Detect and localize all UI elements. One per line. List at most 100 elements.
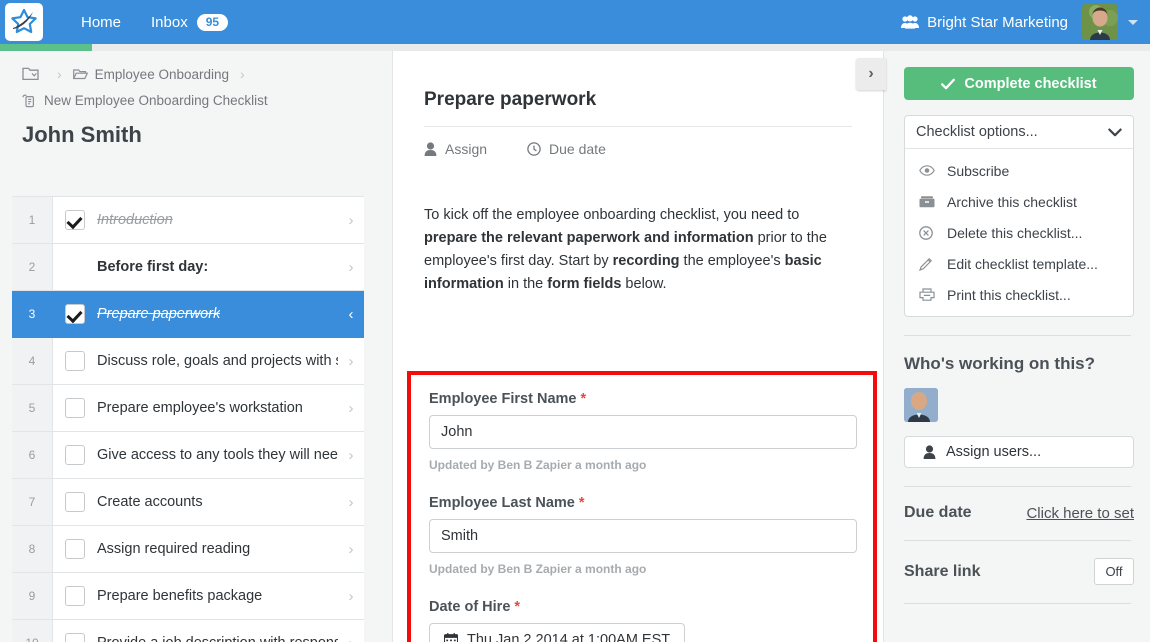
share-link-row: Share link Off [904,558,1134,585]
checklist-option-item[interactable]: Print this checklist... [905,279,1133,310]
desc-part-5: below. [621,276,667,292]
task-body: Prepare benefits package [53,573,338,619]
task-checkbox[interactable] [65,586,85,606]
task-row[interactable]: 4 Discuss role, goals and projects with s… [12,338,364,385]
star-swoosh-logo[interactable] [5,3,43,41]
nav-inbox-label: Inbox [151,13,188,31]
user-menu-chevron-down-icon[interactable] [1128,19,1138,25]
whos-working-title: Who's working on this? [904,354,1096,373]
desc-part-4: in the [503,276,548,292]
page-title: John Smith [22,122,142,147]
checklist-option-label: Subscribe [947,162,1010,179]
chevron-down-icon [1108,125,1122,140]
checklist-option-item[interactable]: Edit checklist template... [905,248,1133,279]
task-number: 4 [12,338,53,384]
task-row[interactable]: 2 Before first day: › [12,244,364,291]
due-date-set-link[interactable]: Click here to set [1026,505,1134,522]
date-of-hire-input[interactable]: Thu Jan 2 2014 at 1:00AM EST [429,623,686,642]
date-of-hire-value: Thu Jan 2 2014 at 1:00AM EST [467,632,671,642]
due-date-key: Due date [904,504,972,521]
task-body: Discuss role, goals and projects with su… [53,338,338,384]
share-link-toggle[interactable]: Off [1094,558,1134,585]
checklist-progress-bar [0,44,1150,51]
collapse-panel-button[interactable]: › [856,58,886,90]
task-checkbox[interactable] [65,539,85,559]
assign-users-button[interactable]: Assign users... [904,436,1134,468]
chevron-right-icon: › [348,211,354,229]
task-checkbox[interactable] [65,210,85,230]
chevron-right-icon: › [348,352,354,370]
task-checkbox[interactable] [65,445,85,465]
form-fields: Employee First Name * Updated by Ben B Za… [411,375,873,642]
task-row[interactable]: 3 Prepare paperwork ‹ [12,291,364,338]
breadcrumb-checklist[interactable]: New Employee Onboarding Checklist [0,82,376,108]
breadcrumb-separator-2: › [240,66,245,82]
nav-inbox-link[interactable]: Inbox 95 [151,13,229,31]
chevron-right-icon: › [348,540,354,558]
organization-switcher[interactable]: Bright Star Marketing [901,14,1068,31]
task-detail-title: Prepare paperwork [424,89,597,110]
share-link-key: Share link [904,562,981,580]
right-sidebar: Complete checklist Checklist options... … [885,51,1150,642]
task-checkbox[interactable] [65,351,85,371]
assign-button[interactable]: Assign [424,141,487,157]
checklist-options-dropdown[interactable]: Checklist options... [905,116,1133,149]
complete-checklist-label: Complete checklist [964,75,1097,92]
assignee-avatar[interactable] [904,388,938,422]
calendar-icon [444,633,458,642]
divider-1 [904,335,1131,336]
complete-checklist-button[interactable]: Complete checklist [904,67,1134,100]
checklist-option-label: Archive this checklist [947,193,1077,210]
person-icon [424,142,437,156]
task-row[interactable]: 8 Assign required reading › [12,526,364,573]
desc-bold-2: recording [612,253,680,269]
nav-home-link[interactable]: Home [81,14,121,31]
archive-box-icon [919,195,939,208]
user-avatar[interactable] [1082,4,1118,40]
task-label: Create accounts [97,494,203,510]
checklist-option-label: Edit checklist template... [947,255,1098,272]
task-row[interactable]: 6 Give access to any tools they will need… [12,432,364,479]
checklist-option-item[interactable]: Delete this checklist... [905,217,1133,248]
task-row[interactable]: 5 Prepare employee's workstation › [12,385,364,432]
task-number: 6 [12,432,53,478]
breadcrumb-root[interactable] [22,67,46,81]
breadcrumb: › Employee Onboarding › [0,51,376,82]
task-row[interactable]: 1 Introduction › [12,197,364,244]
inbox-count-badge: 95 [196,13,229,31]
checklist-progress-fill [0,44,92,51]
folder-dropdown-icon [22,67,39,81]
desc-part-3: the employee's [679,253,785,269]
task-body: Prepare paperwork [53,291,338,337]
task-label: Introduction [97,212,173,228]
left-sidebar: › Employee Onboarding › New Employee Onb… [0,51,376,642]
checklist-option-item[interactable]: Archive this checklist [905,186,1133,217]
task-label: Discuss role, goals and projects with su… [97,353,338,369]
app-root: Home Inbox 95 Bright Star Marketing › Em… [0,0,1150,642]
desc-bold-1: prepare the relevant paperwork and infor… [424,230,754,246]
task-row[interactable]: 9 Prepare benefits package › [12,573,364,620]
group-users-icon [901,15,920,29]
task-number: 3 [12,291,53,337]
chevron-right-icon: › [348,399,354,417]
task-number: 2 [12,244,53,290]
text-input[interactable] [429,415,857,449]
text-input[interactable] [429,519,857,553]
breadcrumb-folder[interactable]: Employee Onboarding [72,67,229,82]
chevron-right-icon: › [348,587,354,605]
task-checkbox[interactable] [65,304,85,324]
task-checkbox[interactable] [65,398,85,418]
task-label: Provide a job description with responsib… [97,635,338,642]
field-gap [429,472,853,495]
required-marker: * [514,599,521,615]
checklist-option-item[interactable]: Subscribe [905,155,1133,186]
task-checkbox[interactable] [65,633,85,642]
task-row[interactable]: 7 Create accounts › [12,479,364,526]
due-date-button[interactable]: Due date [527,141,606,157]
checklist-options-list: Subscribe Archive this checklist Delete th… [905,155,1133,310]
task-checkbox[interactable] [65,492,85,512]
task-detail-panel: Prepare paperwork Assign Due date To kic… [392,51,884,642]
navbar-right-group: Bright Star Marketing [901,4,1150,40]
task-row[interactable]: 10 Provide a job description with respons… [12,620,364,642]
task-body: Prepare employee's workstation [53,385,338,431]
